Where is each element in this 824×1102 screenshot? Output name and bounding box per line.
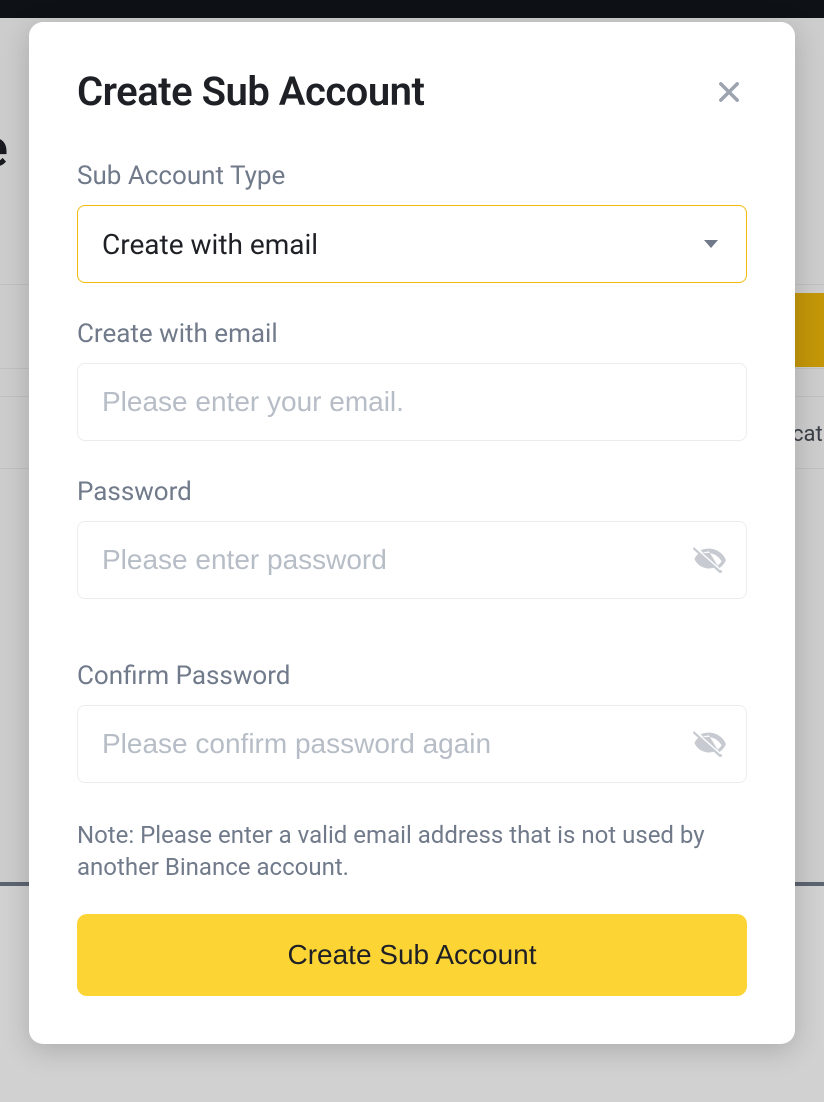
- email-input[interactable]: [102, 386, 726, 418]
- modal-title: Create Sub Account: [77, 68, 424, 115]
- email-input-wrap: [77, 363, 747, 441]
- email-field-group: Create with email: [77, 319, 747, 441]
- password-input[interactable]: [102, 544, 692, 576]
- create-sub-account-button[interactable]: Create Sub Account: [77, 914, 747, 996]
- sub-account-type-value: Create with email: [102, 228, 318, 261]
- note-text: Note: Please enter a valid email address…: [77, 819, 747, 884]
- confirm-password-input-wrap: [77, 705, 747, 783]
- sub-account-type-field: Sub Account Type Create with email: [77, 161, 747, 283]
- close-icon[interactable]: [711, 74, 747, 110]
- password-label: Password: [77, 477, 747, 507]
- modal-header: Create Sub Account: [77, 68, 747, 115]
- sub-account-type-select[interactable]: Create with email: [77, 205, 747, 283]
- chevron-down-icon: [704, 240, 718, 248]
- password-field-group: Password: [77, 477, 747, 599]
- email-label: Create with email: [77, 319, 747, 349]
- confirm-password-input[interactable]: [102, 728, 692, 760]
- create-sub-account-modal: Create Sub Account Sub Account Type Crea…: [29, 22, 795, 1044]
- confirm-password-label: Confirm Password: [77, 661, 747, 691]
- confirm-password-field-group: Confirm Password: [77, 661, 747, 783]
- eye-off-icon[interactable]: [692, 543, 726, 577]
- sub-account-type-label: Sub Account Type: [77, 161, 747, 191]
- password-input-wrap: [77, 521, 747, 599]
- eye-off-icon[interactable]: [692, 727, 726, 761]
